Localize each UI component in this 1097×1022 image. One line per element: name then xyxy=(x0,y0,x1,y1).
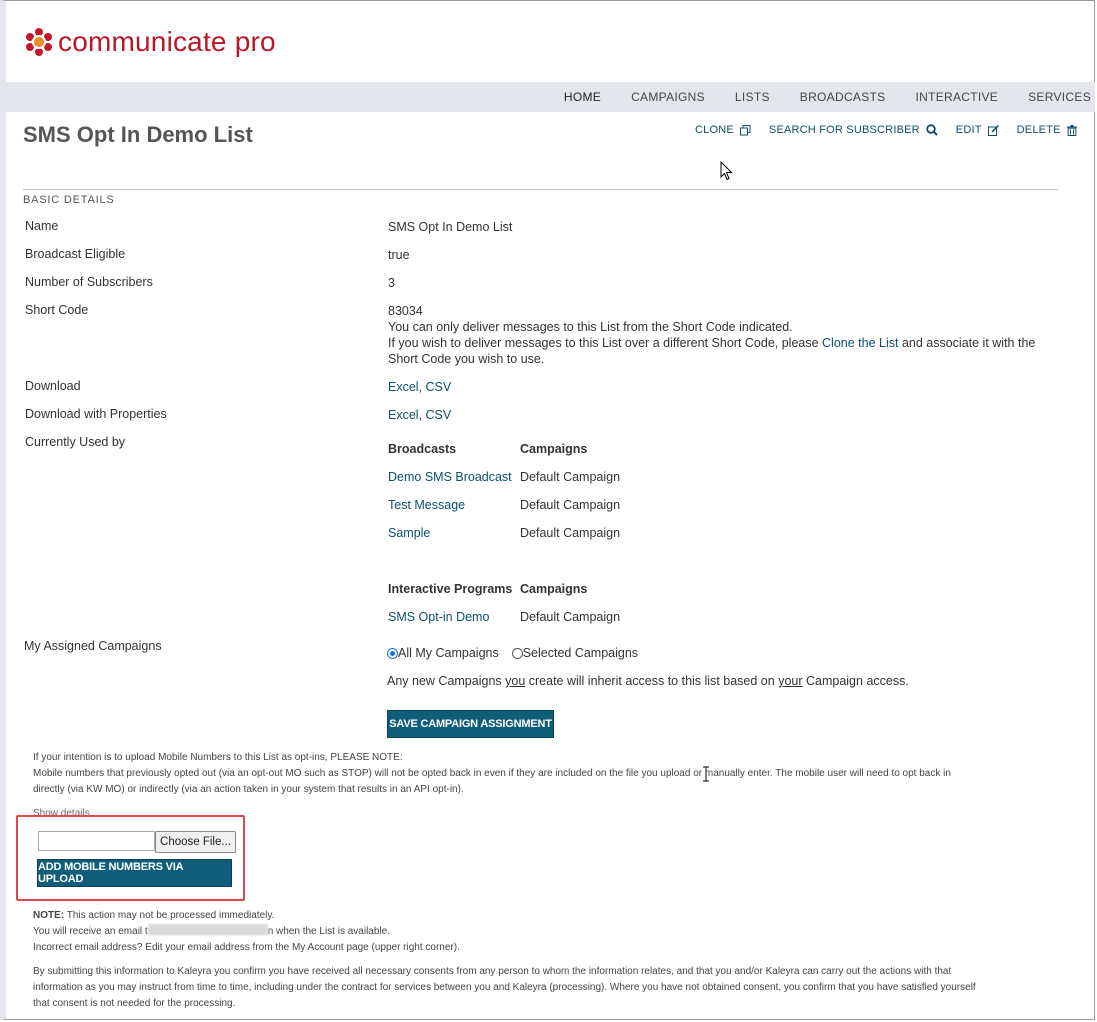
edit-label: EDIT xyxy=(955,124,982,136)
note-label: NOTE: xyxy=(33,910,65,921)
mouse-pointer-icon xyxy=(720,161,733,181)
subscribers-value: 3 xyxy=(388,276,395,290)
short-code-label: Short Code xyxy=(25,303,89,317)
broadcast-campaign: Default Campaign xyxy=(520,526,621,540)
trash-icon xyxy=(1066,124,1077,136)
inherit-text: Any new Campaigns xyxy=(387,674,506,688)
processing-note: NOTE: This action may not be processed i… xyxy=(33,908,1063,956)
name-value: SMS Opt In Demo List xyxy=(388,220,513,234)
inherit-text: create will inherit access to this list … xyxy=(525,674,779,688)
delete-label: DELETE xyxy=(1016,124,1061,136)
download-props-label: Download with Properties xyxy=(25,407,167,421)
email-note-text: You will receive an email t xyxy=(33,926,148,937)
download-props-csv-link[interactable]: CSV xyxy=(426,408,452,422)
upload-notice-line: If your intention is to upload Mobile Nu… xyxy=(33,752,403,763)
inherit-your: your xyxy=(778,674,803,688)
download-props-excel-link[interactable]: Excel xyxy=(388,408,419,422)
nav-lists[interactable]: LISTS xyxy=(735,90,770,104)
short-code-note: You can only deliver messages to this Li… xyxy=(388,320,793,334)
subscribers-label: Number of Subscribers xyxy=(25,275,153,289)
currently-used-label: Currently Used by xyxy=(25,435,126,449)
app-header: communicate pro xyxy=(24,22,276,62)
short-code-clone-note: If you wish to deliver messages to this … xyxy=(388,335,1068,351)
all-campaigns-radio[interactable] xyxy=(387,648,398,659)
search-icon xyxy=(926,124,938,136)
upload-notice: If your intention is to upload Mobile Nu… xyxy=(33,750,1063,798)
save-campaign-assignment-button[interactable]: SAVE CAMPAIGN ASSIGNMENT xyxy=(387,710,554,738)
broadcast-link[interactable]: Test Message xyxy=(388,497,465,513)
nav-interactive[interactable]: INTERACTIVE xyxy=(915,90,998,104)
clone-button[interactable]: CLONE xyxy=(695,124,751,136)
clone-note-text-end: and associate it with the xyxy=(898,336,1036,350)
consent-line: information as you may instruct from tim… xyxy=(33,982,976,993)
broadcast-campaign: Default Campaign xyxy=(520,470,621,484)
brand-name: communicate pro xyxy=(58,26,276,57)
broadcast-link[interactable]: Sample xyxy=(388,525,430,541)
campaign-radio-group: All My Campaigns Selected Campaigns xyxy=(387,645,638,661)
text-cursor-icon xyxy=(703,766,709,782)
interactive-programs-header: Interactive Programs xyxy=(388,582,513,596)
assigned-campaigns-label: My Assigned Campaigns xyxy=(24,639,162,653)
redacted-email xyxy=(147,924,268,935)
broadcasts-header: Broadcasts xyxy=(388,442,457,456)
download-excel-link[interactable]: Excel xyxy=(388,380,419,394)
interactive-program-link[interactable]: SMS Opt-in Demo xyxy=(388,609,489,625)
clone-list-link[interactable]: Clone the List xyxy=(822,336,898,350)
short-code-block: 83034 You can only deliver messages to t… xyxy=(388,303,1068,367)
campaigns-header: Campaigns xyxy=(520,442,588,456)
download-label: Download xyxy=(25,379,81,393)
edit-icon xyxy=(987,124,999,136)
interactive-campaigns-header: Campaigns xyxy=(520,582,588,596)
copy-icon xyxy=(739,124,751,135)
search-subscriber-button[interactable]: SEARCH FOR SUBSCRIBER xyxy=(769,124,938,136)
selected-campaigns-label[interactable]: Selected Campaigns xyxy=(523,646,638,660)
short-code-note-end: Short Code you wish to use. xyxy=(388,352,545,366)
download-links: Excel, CSV xyxy=(388,380,452,394)
section-divider xyxy=(23,189,1058,190)
broadcast-eligible-label: Broadcast Eligible xyxy=(25,247,126,261)
consent-line: that consent is not needed for the proce… xyxy=(33,998,236,1009)
page-title: SMS Opt In Demo List xyxy=(23,122,253,147)
download-csv-link[interactable]: CSV xyxy=(426,380,452,394)
clone-label: CLONE xyxy=(695,124,734,136)
clone-note-text: If you wish to deliver messages to this … xyxy=(388,336,823,350)
name-label: Name xyxy=(25,219,59,233)
email-note-text-end: n when the List is available. xyxy=(267,926,390,937)
all-campaigns-label[interactable]: All My Campaigns xyxy=(398,646,499,660)
broadcast-eligible-value: true xyxy=(388,248,410,262)
logo-flower-icon xyxy=(26,28,52,56)
inherit-text: Campaign access. xyxy=(802,674,909,688)
interactive-campaign: Default Campaign xyxy=(520,610,621,624)
download-props-links: Excel, CSV xyxy=(388,408,452,422)
edit-button[interactable]: EDIT xyxy=(956,124,999,136)
nav-campaigns[interactable]: CAMPAIGNS xyxy=(631,90,705,104)
consent-line: By submitting this information to Kaleyr… xyxy=(33,966,952,977)
short-code-value: 83034 xyxy=(388,304,423,318)
broadcast-campaign: Default Campaign xyxy=(520,498,621,512)
basic-details-heading: BASIC DETAILS xyxy=(23,194,115,206)
upload-notice-line: Mobile numbers that previously opted out… xyxy=(33,768,951,779)
search-label: SEARCH FOR SUBSCRIBER xyxy=(768,124,920,136)
incorrect-email-note: Incorrect email address? Edit your email… xyxy=(33,942,460,953)
broadcast-link[interactable]: Demo SMS Broadcast xyxy=(388,469,512,485)
top-navigation: HOME CAMPAIGNS LISTS BROADCASTS INTERACT… xyxy=(6,82,1095,112)
consent-text: By submitting this information to Kaleyr… xyxy=(33,964,1063,1012)
inherit-you: you xyxy=(505,674,526,688)
inherit-note: Any new Campaigns you create will inheri… xyxy=(387,673,909,689)
nav-services[interactable]: SERVICES xyxy=(1028,90,1091,104)
highlight-annotation-box xyxy=(16,815,245,901)
note-text: This action may not be processed immedia… xyxy=(64,910,275,921)
upload-notice-line: directly (via KW MO) or indirectly (via … xyxy=(33,784,464,795)
nav-home[interactable]: HOME xyxy=(564,90,601,104)
nav-broadcasts[interactable]: BROADCASTS xyxy=(800,90,886,104)
delete-button[interactable]: DELETE xyxy=(1017,124,1077,136)
list-actions: CLONE SEARCH FOR SUBSCRIBER EDIT DELETE xyxy=(695,124,1095,136)
selected-campaigns-radio[interactable] xyxy=(511,648,523,659)
